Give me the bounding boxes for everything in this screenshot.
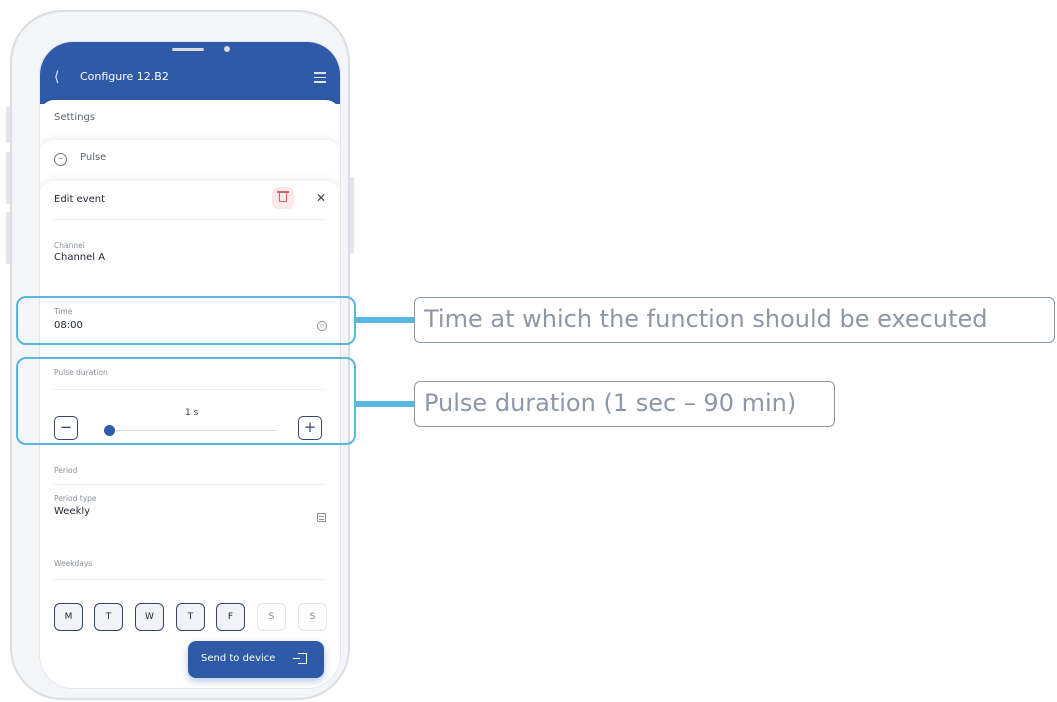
weekday-saturday[interactable]: S [257,603,286,631]
channel-label: Channel [54,241,85,250]
phone-side-button [6,107,10,143]
pulse-duration-highlight [16,357,356,445]
settings-label: Settings [54,112,96,123]
divider [54,579,326,580]
pulse-connector [356,401,414,407]
time-connector [356,317,414,323]
phone-notch [105,12,273,40]
menu-icon[interactable] [314,72,326,86]
phone-camera [224,46,230,52]
divider [54,219,326,220]
send-to-device-button[interactable]: Send to device [188,641,324,678]
send-button-label: Send to device [201,653,276,664]
period-section-label: Period [54,466,78,475]
divider [54,484,326,485]
page-title: Configure 12.B2 [80,70,169,83]
app-header: ⟨ Configure 12.B2 [40,42,340,104]
weekday-friday[interactable]: F [216,603,245,631]
list-select-icon[interactable] [317,513,326,522]
phone-side-button [350,177,354,253]
weekdays-label: Weekdays [54,559,93,568]
phone-side-button [6,152,10,204]
period-type-value[interactable]: Weekly [54,506,90,517]
phone-speaker [172,48,204,51]
period-type-label: Period type [54,494,97,503]
close-icon[interactable]: ✕ [316,191,326,205]
edit-event-title: Edit event [54,194,106,205]
weekday-thursday[interactable]: T [176,603,205,631]
pulse-icon: ~ [54,153,67,166]
phone-side-button [6,212,10,264]
weekday-sunday[interactable]: S [298,603,327,631]
trash-icon [279,193,287,202]
phone-frame: ⟨ Configure 12.B2 Settings ~ Pulse Edit … [6,10,354,700]
pulse-callout: Pulse duration (1 sec – 90 min) [414,381,835,427]
pulse-label: Pulse [80,152,107,163]
channel-value[interactable]: Channel A [54,252,105,263]
weekday-monday[interactable]: M [54,603,83,631]
time-callout: Time at which the function should be exe… [414,297,1055,343]
export-icon [293,653,307,664]
delete-button[interactable] [272,187,294,209]
time-highlight [16,296,356,345]
weekday-tuesday[interactable]: T [94,603,123,631]
back-arrow-icon[interactable]: ⟨ [54,69,59,85]
weekday-wednesday[interactable]: W [135,603,164,631]
